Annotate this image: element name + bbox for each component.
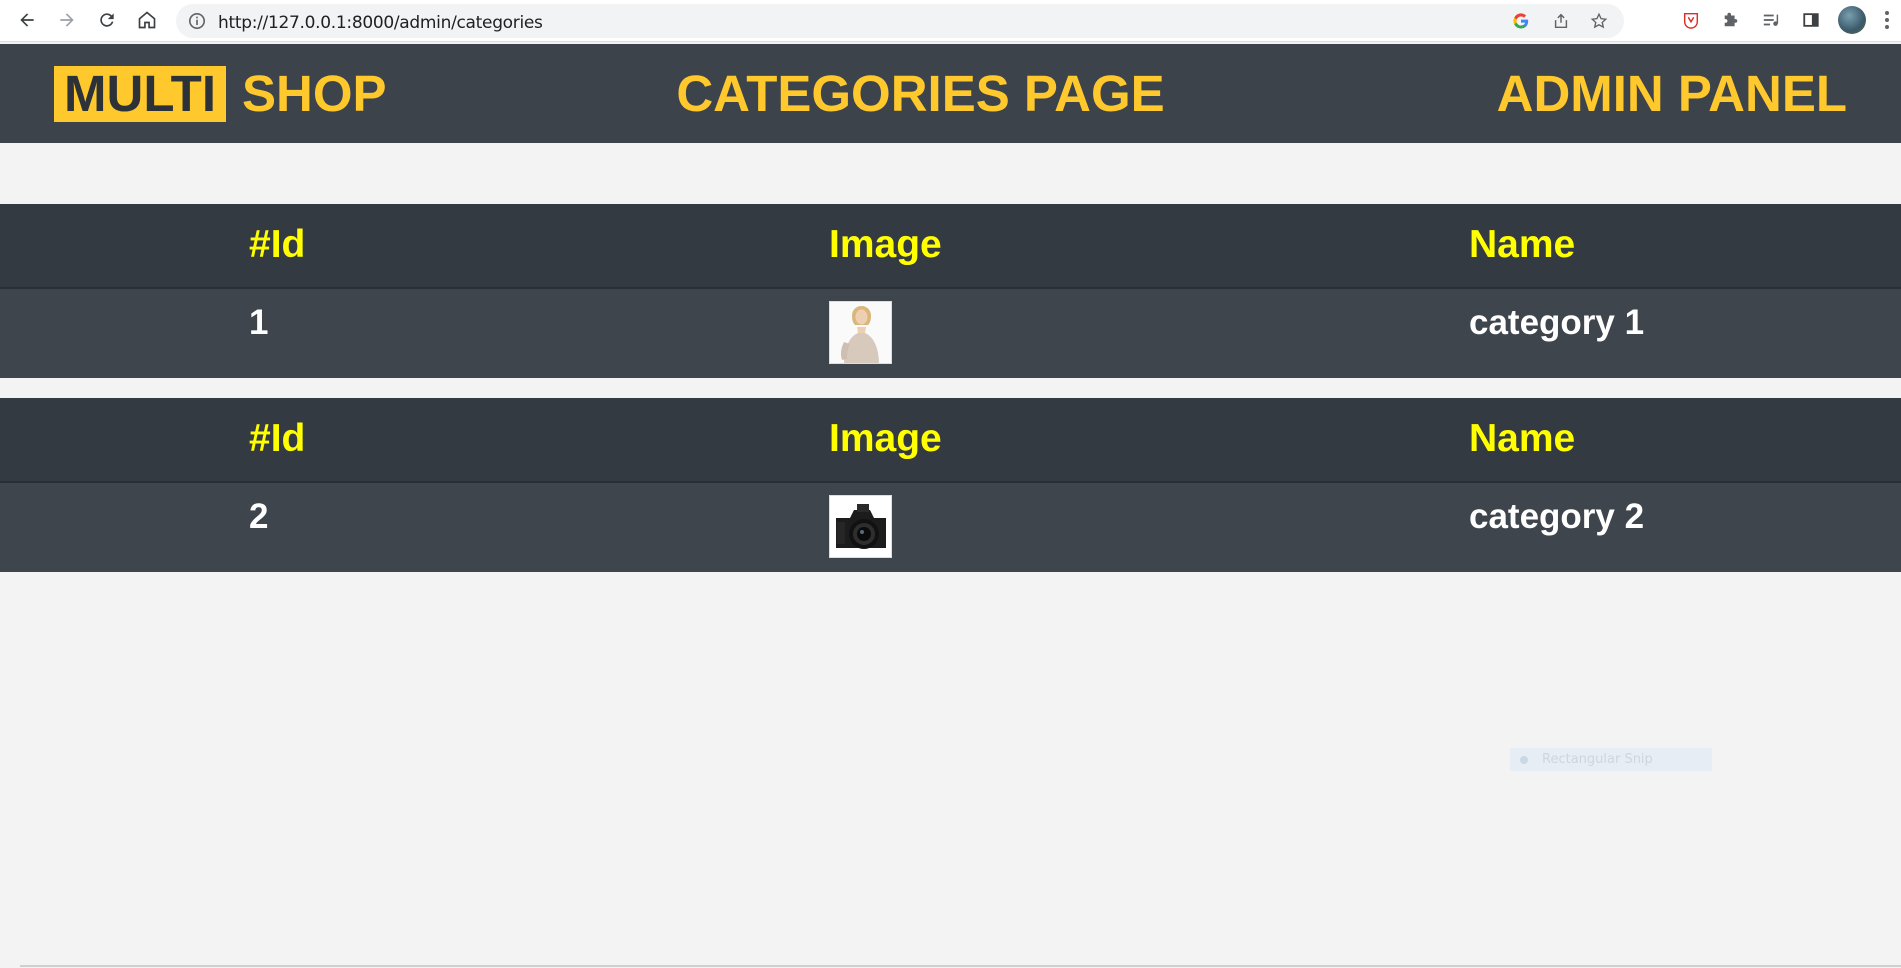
snip-label: Rectangular Snip bbox=[1542, 752, 1653, 767]
cell-name: category 1 bbox=[1469, 303, 1645, 342]
profile-avatar[interactable] bbox=[1838, 6, 1866, 34]
camera-photo bbox=[830, 496, 891, 557]
reload-icon[interactable] bbox=[94, 7, 120, 33]
forward-icon[interactable] bbox=[54, 7, 80, 33]
browser-toolbar: http://127.0.0.1:8000/admin/categories bbox=[0, 0, 1901, 42]
category-table: #Id Image Name 1 category 1 bbox=[0, 204, 1901, 378]
menu-kebab-icon[interactable] bbox=[1884, 10, 1890, 30]
url-text[interactable]: http://127.0.0.1:8000/admin/categories bbox=[218, 13, 543, 33]
extension-shield-icon[interactable] bbox=[1680, 9, 1702, 31]
snip-tooltip: Rectangular Snip bbox=[1510, 748, 1712, 771]
google-icon[interactable] bbox=[1512, 12, 1530, 30]
star-icon[interactable] bbox=[1590, 12, 1608, 30]
woman-sweater-photo bbox=[830, 302, 891, 363]
side-panel-icon[interactable] bbox=[1800, 9, 1822, 31]
category-image bbox=[829, 301, 892, 364]
extensions-puzzle-icon[interactable] bbox=[1720, 9, 1742, 31]
table-header: #Id Image Name bbox=[0, 204, 1901, 289]
back-icon[interactable] bbox=[14, 7, 40, 33]
info-icon[interactable] bbox=[188, 12, 206, 30]
cell-name: category 2 bbox=[1469, 497, 1645, 536]
snip-icon bbox=[1520, 755, 1528, 764]
table-row[interactable]: 2 category 2 bbox=[0, 483, 1901, 572]
header-name: Name bbox=[1469, 223, 1576, 266]
reading-list-icon[interactable] bbox=[1760, 9, 1782, 31]
table-header: #Id Image Name bbox=[0, 398, 1901, 483]
home-icon[interactable] bbox=[134, 7, 160, 33]
header-id: #Id bbox=[249, 417, 306, 460]
divider bbox=[20, 965, 1901, 967]
table-row[interactable]: 1 category 1 bbox=[0, 289, 1901, 378]
header-image: Image bbox=[829, 417, 942, 460]
admin-panel-heading: ADMIN PANEL bbox=[1496, 65, 1847, 122]
header-name: Name bbox=[1469, 417, 1576, 460]
site-header: MULTI SHOP CATEGORIES PAGE ADMIN PANEL bbox=[0, 44, 1901, 143]
category-image bbox=[829, 495, 892, 558]
cell-id: 1 bbox=[249, 303, 269, 342]
header-image: Image bbox=[829, 223, 942, 266]
category-table: #Id Image Name 2 category 2 bbox=[0, 398, 1901, 572]
header-id: #Id bbox=[249, 223, 306, 266]
share-icon[interactable] bbox=[1552, 12, 1570, 30]
cell-id: 2 bbox=[249, 497, 269, 536]
address-bar[interactable]: http://127.0.0.1:8000/admin/categories bbox=[176, 4, 1624, 38]
